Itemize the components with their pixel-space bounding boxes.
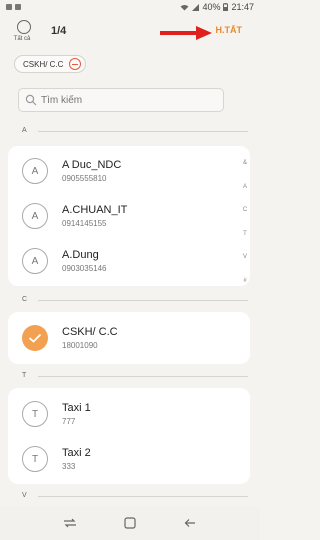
notification-icon [6,4,12,10]
avatar: A [22,203,48,229]
section-header-t: T [22,372,27,379]
checkbox-circle-icon [17,20,31,34]
select-all-label: Tất cả [13,36,31,42]
signal-icon [192,3,200,11]
avatar: T [22,446,48,472]
contact-name: CSKH/ C.C [62,326,118,338]
section-divider [38,496,248,497]
section-header-a: A [22,127,27,134]
back-icon[interactable] [183,516,197,530]
index-letter[interactable]: & [238,152,252,176]
avatar: A [22,248,48,274]
section-divider [38,300,248,301]
notification-icon [15,4,21,10]
contact-phone: 333 [62,462,76,471]
contact-name: Taxi 1 [62,402,91,414]
index-letter[interactable]: V [238,246,252,270]
system-navigation-bar [0,506,260,540]
contact-phone: 0914145155 [62,219,107,228]
search-icon [25,94,37,106]
contact-phone: 0903035146 [62,264,107,273]
contact-row[interactable]: T Taxi 2 333 [22,441,91,477]
alphabet-index-scroller[interactable]: & A C T V # [238,152,252,294]
section-divider [38,131,248,132]
selection-header: Tất cả 1/4 H.TẤT [0,14,260,50]
contact-row-selected[interactable]: CSKH/ C.C 18001090 [22,320,118,356]
contact-phone: 777 [62,417,76,426]
select-all-checkbox[interactable]: Tất cả [14,20,34,42]
avatar: T [22,401,48,427]
contact-name: A.Dung [62,249,99,261]
contact-phone: 18001090 [62,341,98,350]
index-letter[interactable]: T [238,223,252,247]
notification-icons [6,4,21,10]
wifi-icon [180,4,189,10]
search-input[interactable] [41,94,211,106]
contact-row[interactable]: A A.Dung 0903035146 [22,243,107,279]
remove-chip-icon[interactable] [69,58,82,70]
recent-apps-icon[interactable] [63,516,77,530]
chip-label: CSKH/ C.C [23,59,64,69]
section-header-c: C [22,296,28,303]
clock: 21:47 [231,2,254,12]
index-letter[interactable]: C [238,199,252,223]
section-divider [38,376,248,377]
status-bar: 40% 21:47 [0,0,260,14]
status-indicators: 40% 21:47 [180,2,254,12]
battery-percent: 40% [202,2,221,12]
index-letter[interactable]: # [238,270,252,294]
search-bar[interactable] [18,88,224,112]
section-header-v: V [22,492,27,499]
contact-name: A.CHUAN_IT [62,204,128,216]
home-icon[interactable] [123,516,137,530]
contact-phone: 0905555810 [62,174,107,183]
checked-icon [22,325,48,351]
avatar: A [22,158,48,184]
contact-row[interactable]: T Taxi 1 777 [22,396,91,432]
selected-contact-chip[interactable]: CSKH/ C.C [14,55,87,73]
contact-name: Taxi 2 [62,447,91,459]
contact-row[interactable]: A A Duc_NDC 0905555810 [22,153,121,189]
done-button[interactable]: H.TẤT [216,25,243,35]
red-arrow-annotation [160,26,212,40]
index-letter[interactable]: A [238,176,252,200]
contact-row[interactable]: A A.CHUAN_IT 0914145155 [22,198,127,234]
selected-count: 1/4 [51,25,67,37]
contact-name: A Duc_NDC [62,159,122,171]
battery-icon [223,3,229,11]
